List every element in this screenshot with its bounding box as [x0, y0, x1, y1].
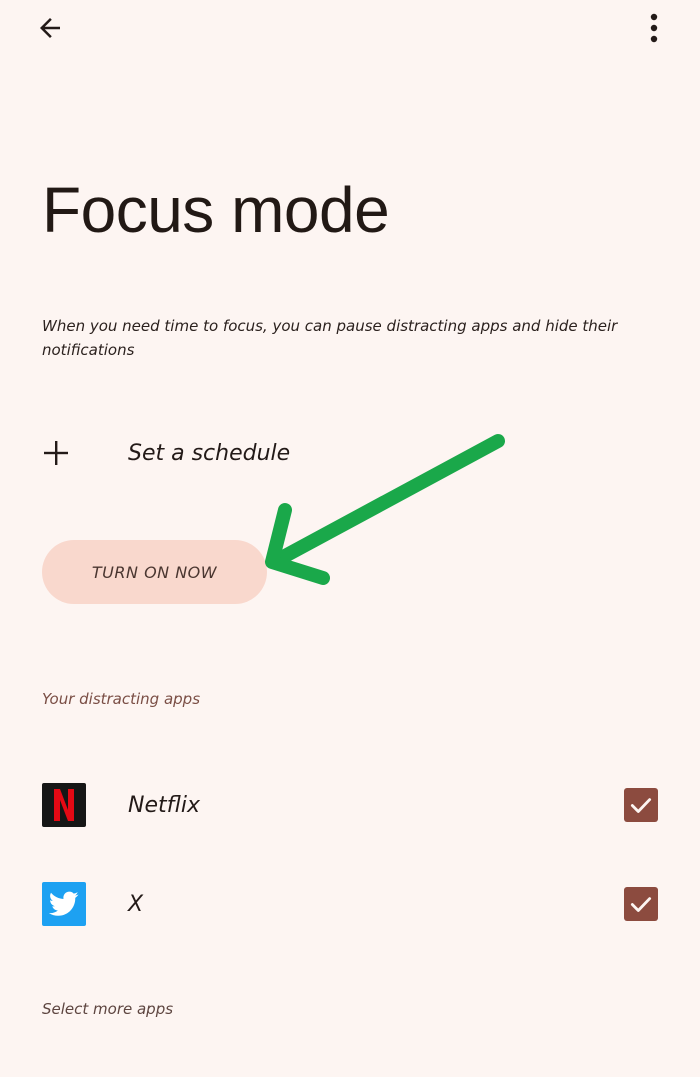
more-options-button[interactable]: [634, 8, 674, 48]
set-schedule-label: Set a schedule: [128, 440, 291, 466]
top-app-bar: [0, 0, 700, 56]
check-icon: [630, 798, 652, 813]
turn-on-now-label: TURN ON NOW: [91, 562, 218, 582]
app-row-netflix[interactable]: Netflix: [42, 775, 658, 835]
turn-on-now-button[interactable]: TURN ON NOW: [42, 540, 267, 604]
page-description: When you need time to focus, you can pau…: [42, 317, 618, 359]
page-title: Focus mode: [42, 174, 390, 246]
app-name-x: X: [128, 891, 144, 917]
check-icon: [630, 897, 652, 912]
set-schedule-row[interactable]: Set a schedule: [42, 428, 602, 478]
arrow-back-icon: [40, 18, 60, 38]
x-checkbox[interactable]: [624, 887, 658, 921]
more-vert-icon: [650, 13, 658, 43]
app-row-x[interactable]: X: [42, 874, 658, 934]
netflix-checkbox[interactable]: [624, 788, 658, 822]
focus-mode-screen: Focus mode When you need time to focus, …: [0, 0, 700, 1077]
distracting-apps-header: Your distracting apps: [42, 690, 201, 708]
select-more-apps-link[interactable]: Select more apps: [42, 1000, 173, 1018]
netflix-icon: [42, 783, 86, 827]
twitter-icon: [42, 882, 86, 926]
back-button[interactable]: [30, 8, 70, 48]
app-name-netflix: Netflix: [128, 792, 200, 818]
plus-icon: [42, 431, 86, 475]
